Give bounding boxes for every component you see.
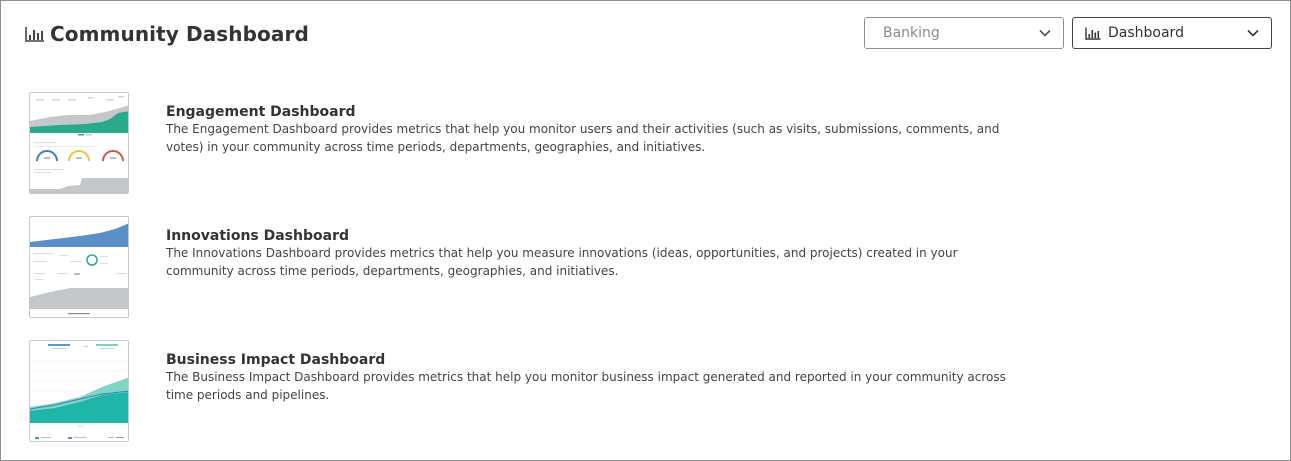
innovations-dashboard-info: Innovations Dashboard The Innovations Da… (166, 227, 1026, 280)
view-select[interactable]: Dashboard (1072, 17, 1272, 49)
dashboard-title[interactable]: Engagement Dashboard (166, 103, 1026, 121)
dashboard-panel: Community Dashboard Banking Dashboard En… (0, 0, 1291, 461)
bar-chart-icon (1085, 27, 1101, 40)
dashboard-description: The Innovations Dashboard provides metri… (166, 246, 958, 278)
dashboard-card-business-impact[interactable]: Business Impact Dashboard The Business I… (29, 340, 1029, 442)
dashboard-title[interactable]: Business Impact Dashboard (166, 351, 1026, 369)
page-header: Community Dashboard (25, 20, 309, 48)
business-impact-dashboard-thumbnail[interactable] (29, 340, 129, 442)
dashboard-card-engagement[interactable]: Engagement Dashboard The Engagement Dash… (29, 92, 1029, 194)
chevron-down-icon (1247, 29, 1259, 37)
engagement-dashboard-info: Engagement Dashboard The Engagement Dash… (166, 103, 1026, 156)
bar-chart-icon (25, 27, 44, 42)
dashboard-card-innovations[interactable]: Innovations Dashboard The Innovations Da… (29, 216, 1029, 318)
community-select-value: Banking (883, 25, 940, 41)
community-select[interactable]: Banking (864, 17, 1064, 49)
dashboard-description: The Business Impact Dashboard provides m… (166, 370, 1006, 402)
dashboard-description: The Engagement Dashboard provides metric… (166, 122, 1000, 154)
chevron-down-icon (1039, 29, 1051, 37)
page-title: Community Dashboard (50, 22, 309, 46)
innovations-dashboard-thumbnail[interactable] (29, 216, 129, 318)
business-impact-dashboard-info: Business Impact Dashboard The Business I… (166, 351, 1026, 404)
dashboard-title[interactable]: Innovations Dashboard (166, 227, 1026, 245)
view-select-value: Dashboard (1108, 25, 1184, 41)
engagement-dashboard-thumbnail[interactable] (29, 92, 129, 194)
